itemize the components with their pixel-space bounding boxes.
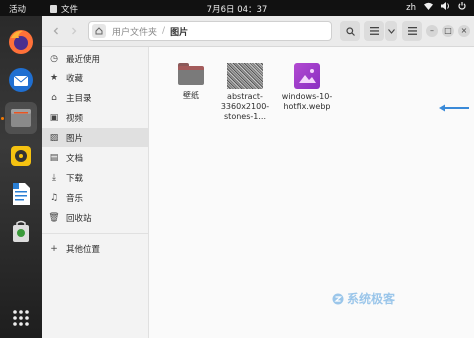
home-path-button[interactable] [92,24,106,38]
forward-button[interactable] [66,21,82,41]
maximize-button[interactable]: □ [442,25,454,37]
hamburger-icon [407,27,417,35]
path-segment-current[interactable]: 图片 [170,25,188,38]
sidebar-divider [42,233,148,234]
sidebar-item-label: 图片 [66,133,84,144]
trash-icon: 🗑 [48,212,60,223]
search-button[interactable] [340,21,360,41]
file-name: abstract-3360x2100-stones-1... [220,92,270,121]
rhythmbox-icon[interactable] [5,140,37,172]
power-icon[interactable] [458,2,466,13]
annotation-arrow-icon [439,104,469,112]
watermark-logo-icon [332,293,344,304]
watermark: 系统极客 [332,290,395,307]
clock[interactable]: 7月6日 04：37 [0,3,474,15]
network-icon[interactable] [424,2,433,13]
back-button[interactable] [48,21,64,41]
chevron-right-icon [72,27,77,35]
sidebar-item-label: 下载 [66,173,84,184]
watermark-text: 系统极客 [347,292,396,306]
sidebar-item-label: 视频 [66,113,84,124]
sidebar-item-downloads[interactable]: ⤓ 下载 [42,168,148,187]
document-icon: ▤ [49,152,59,163]
header-bar: 用户文件夹 / 图片 – □ × [42,16,474,47]
input-method-indicator[interactable]: zh [406,3,416,13]
image-thumbnail [227,63,263,89]
close-icon: × [460,26,468,35]
sidebar: ◷ 最近使用 ★ 收藏 ⌂ 主目录 ▣ 视频 ▨ 图片 ▤ 文档 ⤓ 下载 ♫ [42,47,149,338]
download-icon: ⤓ [52,172,56,183]
file-item-wallpapers[interactable]: 壁纸 [161,63,221,101]
file-item-abstract-stones[interactable]: abstract-3360x2100-stones-1... [215,63,275,122]
image-file-icon [294,63,320,89]
sidebar-item-trash[interactable]: 🗑 回收站 [42,208,148,227]
chevron-left-icon [53,27,58,35]
list-view-button[interactable] [364,21,384,41]
sidebar-item-home[interactable]: ⌂ 主目录 [42,88,148,107]
volume-icon[interactable] [441,2,450,13]
folder-icon [178,63,204,85]
sidebar-item-label: 主目录 [66,93,92,104]
system-tray[interactable]: zh [406,2,466,13]
sidebar-item-other-locations[interactable]: + 其他位置 [42,239,148,258]
star-icon: ★ [49,72,59,83]
path-bar[interactable]: 用户文件夹 / 图片 [88,21,332,41]
software-center-icon[interactable] [5,216,37,248]
file-name: 壁纸 [183,91,199,100]
sidebar-item-label: 回收站 [66,213,92,224]
running-indicator [1,117,4,120]
sidebar-item-label: 文档 [66,153,84,164]
sidebar-item-label: 音乐 [66,193,84,204]
top-bar: 活动 文件 7月6日 04：37 zh [0,0,474,16]
clock-icon: ◷ [50,53,58,64]
view-options-button[interactable] [385,21,397,41]
thunderbird-icon[interactable] [5,64,37,96]
sidebar-item-documents[interactable]: ▤ 文档 [42,148,148,167]
chevron-down-icon [387,28,395,34]
search-icon [345,26,355,36]
file-name: windows-10-hotfix.webp [281,92,333,111]
sidebar-item-starred[interactable]: ★ 收藏 [42,68,148,87]
path-separator: / [162,26,166,36]
sidebar-item-label: 收藏 [66,73,84,84]
sidebar-item-videos[interactable]: ▣ 视频 [42,108,148,127]
dock [0,16,42,338]
home-icon [95,27,103,35]
sidebar-item-label: 其他位置 [66,244,101,255]
sidebar-item-music[interactable]: ♫ 音乐 [42,188,148,207]
minimize-icon: – [430,26,434,35]
app-grid-icon[interactable] [5,302,37,334]
libreoffice-writer-icon[interactable] [5,178,37,210]
minimize-button[interactable]: – [426,25,438,37]
close-button[interactable]: × [458,25,470,37]
maximize-icon: □ [444,26,452,35]
image-icon: ▨ [49,132,59,143]
sidebar-item-recent[interactable]: ◷ 最近使用 [42,49,148,68]
file-grid: 壁纸 abstract-3360x2100-stones-1... window… [149,47,474,338]
sidebar-item-pictures[interactable]: ▨ 图片 [42,128,148,147]
music-icon: ♫ [49,192,59,203]
files-window: 用户文件夹 / 图片 – □ × ◷ 最近使用 ★ 收藏 ⌂ 主目录 ▣ 视频 … [42,16,474,338]
menu-button[interactable] [402,21,422,41]
sidebar-item-label: 最近使用 [66,54,101,65]
file-item-windows-hotfix[interactable]: windows-10-hotfix.webp [277,63,337,112]
home-icon: ⌂ [51,92,57,103]
list-icon [369,27,379,35]
path-segment-parent[interactable]: 用户文件夹 [112,25,157,38]
video-icon: ▣ [49,112,59,123]
plus-icon: + [50,243,58,254]
firefox-icon[interactable] [5,26,37,58]
files-icon[interactable] [5,102,37,134]
